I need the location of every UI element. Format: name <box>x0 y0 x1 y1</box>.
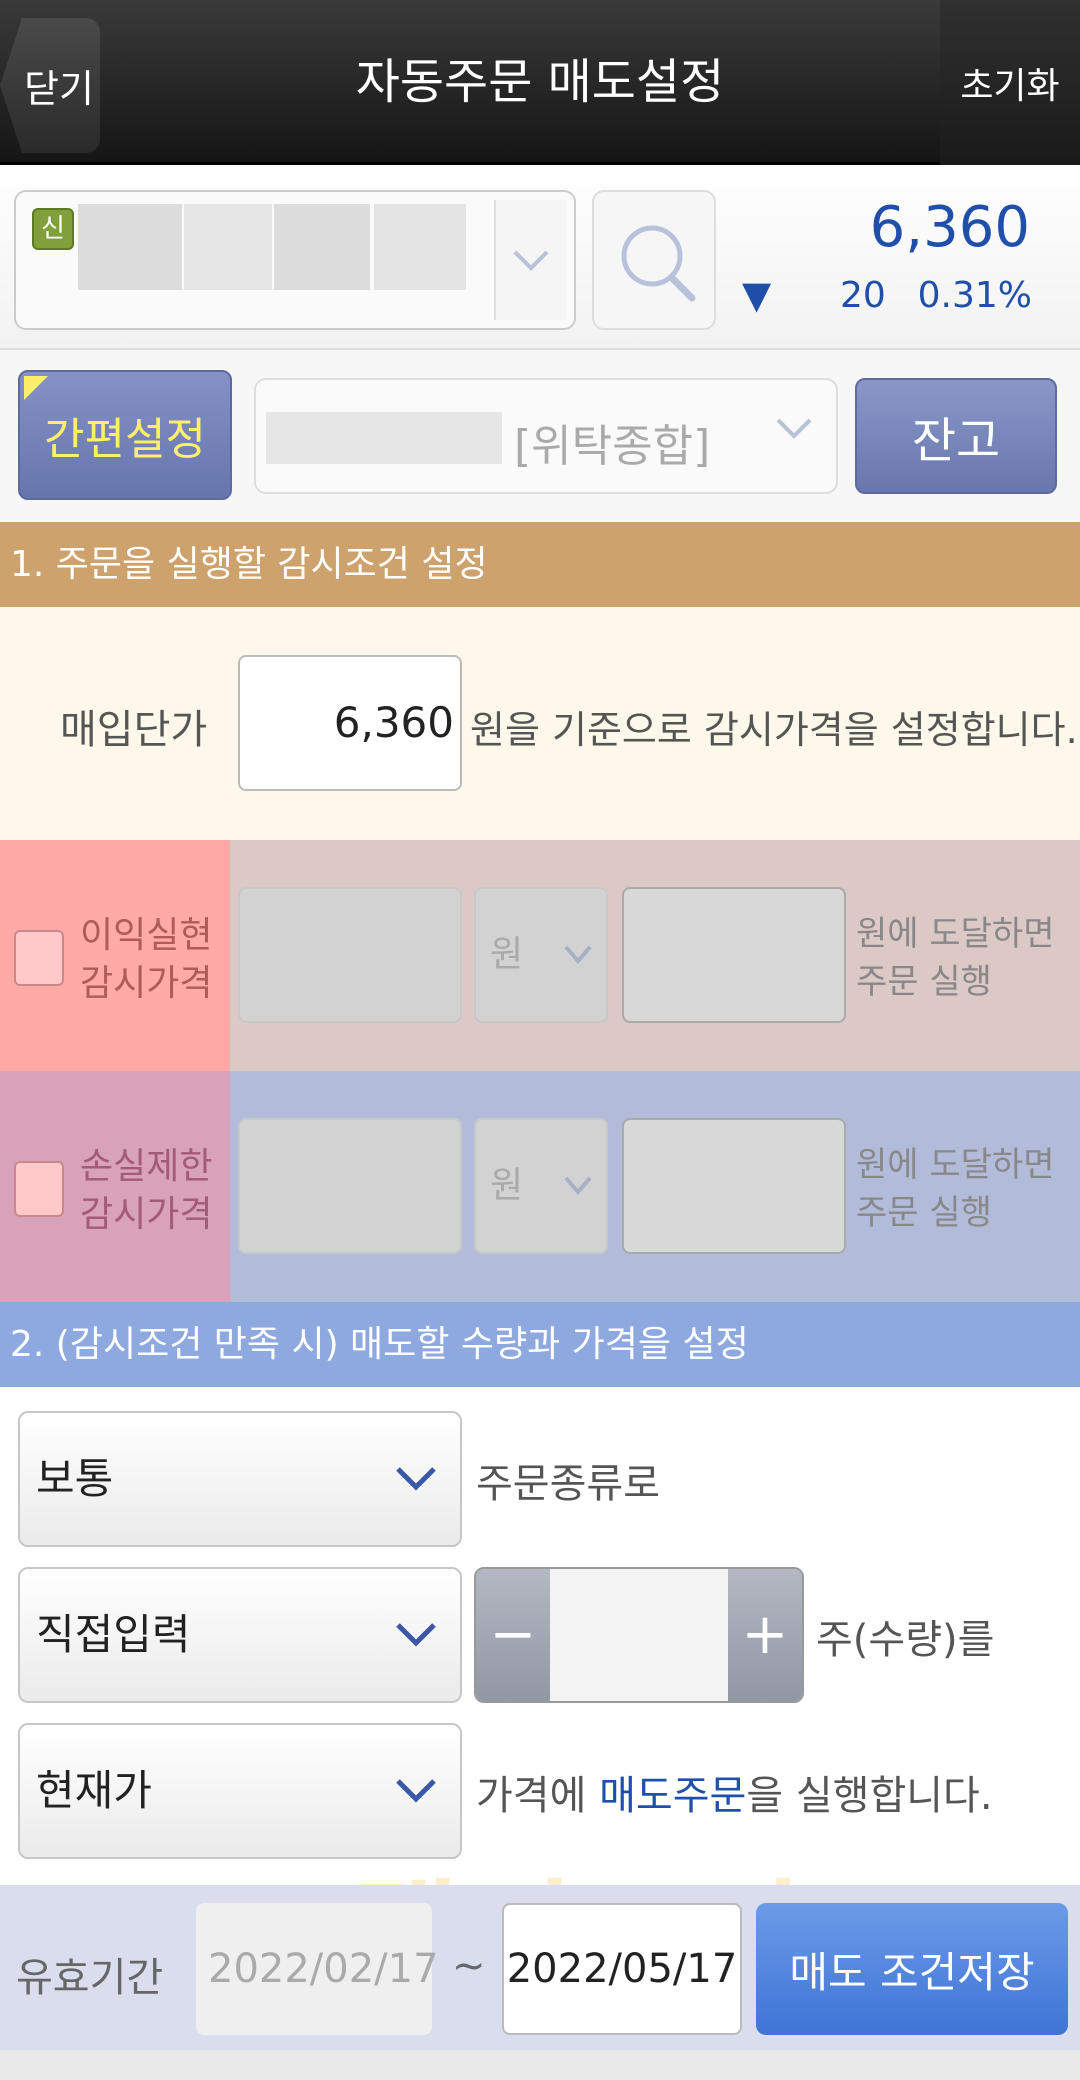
base-price-row: 매입단가 6,360 원을 기준으로 감시가격을 설정합니다. <box>0 607 1080 840</box>
price-mode-select[interactable]: 현재가 <box>18 1723 462 1859</box>
credit-badge: 신 <box>32 208 74 250</box>
corner-flag-icon <box>24 376 48 400</box>
account-row: 간편설정 [위탁종합] 잔고 <box>0 350 1080 522</box>
plus-icon[interactable]: + <box>728 1569 802 1701</box>
search-button[interactable] <box>592 190 716 330</box>
quantity-input[interactable] <box>550 1569 728 1701</box>
loss-unit-select[interactable]: 원 <box>474 1118 608 1254</box>
easy-setting-label: 간편설정 <box>44 414 206 465</box>
current-price: 6,360 <box>869 195 1030 260</box>
end-date-field[interactable]: 2022/05/17 <box>502 1903 742 2035</box>
account-type: [위탁종합] <box>514 421 711 472</box>
down-arrow-icon: ▼ <box>742 273 772 317</box>
stock-selector[interactable]: 신 <box>14 190 576 330</box>
profit-price-input[interactable] <box>622 887 846 1023</box>
search-icon <box>621 225 696 302</box>
account-selector[interactable]: [위탁종합] <box>254 378 838 494</box>
profit-condition-row: 이익실현 감시가격 원 원에 도달하면 주문 실행 <box>0 840 1080 1071</box>
price-instruction: 가격에 매도주문을 실행합니다. <box>476 1773 993 1819</box>
loss-condition-text: 원에 도달하면 주문 실행 <box>856 1145 1055 1233</box>
price-change-percent: 0.31% <box>917 275 1032 316</box>
quantity-mode-select[interactable]: 직접입력 <box>18 1567 462 1703</box>
chevron-down-icon <box>562 889 594 1076</box>
minus-icon[interactable]: − <box>476 1569 550 1701</box>
profit-condition-text: 원에 도달하면 주문 실행 <box>856 914 1055 1002</box>
base-price-label: 매입단가 <box>60 707 208 753</box>
bottom-strip <box>0 2050 1080 2080</box>
loss-condition-row: 손실제한 감시가격 원 원에 도달하면 주문 실행 <box>0 1071 1080 1302</box>
section2-title: 2. (감시조건 만족 시) 매도할 수량과 가격을 설정 <box>0 1302 1080 1387</box>
loss-value-input[interactable] <box>238 1118 462 1254</box>
section1-title: 1. 주문을 실행할 감시조건 설정 <box>0 522 1080 607</box>
chevron-down-icon[interactable] <box>494 200 566 320</box>
loss-checkbox[interactable] <box>14 1161 64 1217</box>
price-change: 20 <box>840 275 886 316</box>
date-range-separator: ~ <box>452 1943 486 1989</box>
sell-order-highlight: 매도주문 <box>599 1773 747 1819</box>
quantity-stepper: − + <box>474 1567 804 1703</box>
masked-stock-name <box>374 204 466 290</box>
stock-row: 신 6,360 ▼ 20 0.31% <box>0 165 1080 350</box>
bottom-bar: 유효기간 2022/02/17 ~ 2022/05/17 매도 조건저장 <box>0 1885 1080 2050</box>
page-title: 자동주문 매도설정 <box>355 54 725 110</box>
profit-checkbox[interactable] <box>14 930 64 986</box>
profit-label: 이익실현 감시가격 <box>80 915 213 1004</box>
balance-button[interactable]: 잔고 <box>855 378 1057 494</box>
masked-stock-name <box>184 204 272 290</box>
save-sell-condition-button[interactable]: 매도 조건저장 <box>756 1903 1068 2035</box>
profit-value-input[interactable] <box>238 887 462 1023</box>
base-price-input[interactable]: 6,360 <box>238 655 462 791</box>
order-settings: 보통 주문종류로 직접입력 − + 주(수량)를 현재가 가격에 매도주문을 실… <box>0 1387 1080 1885</box>
profit-unit-select[interactable]: 원 <box>474 887 608 1023</box>
easy-setting-button[interactable]: 간편설정 <box>18 370 232 500</box>
masked-account-number <box>266 412 502 464</box>
order-type-select[interactable]: 보통 <box>18 1411 462 1547</box>
reset-button[interactable]: 초기화 <box>940 0 1080 165</box>
masked-stock-name <box>274 204 370 290</box>
loss-label: 손실제한 감시가격 <box>80 1146 213 1235</box>
loss-price-input[interactable] <box>622 1118 846 1254</box>
base-price-suffix: 원을 기준으로 감시가격을 설정합니다. <box>470 708 1078 752</box>
order-type-suffix: 주문종류로 <box>476 1461 660 1507</box>
validity-label: 유효기간 <box>16 1955 164 2001</box>
quantity-suffix: 주(수량)를 <box>816 1617 995 1663</box>
masked-stock-name <box>78 204 182 290</box>
start-date-field: 2022/02/17 <box>196 1903 439 2035</box>
chevron-down-icon <box>774 408 814 459</box>
chevron-down-icon <box>562 1120 594 1307</box>
app-header: 닫기 자동주문 매도설정 초기화 <box>0 0 1080 165</box>
